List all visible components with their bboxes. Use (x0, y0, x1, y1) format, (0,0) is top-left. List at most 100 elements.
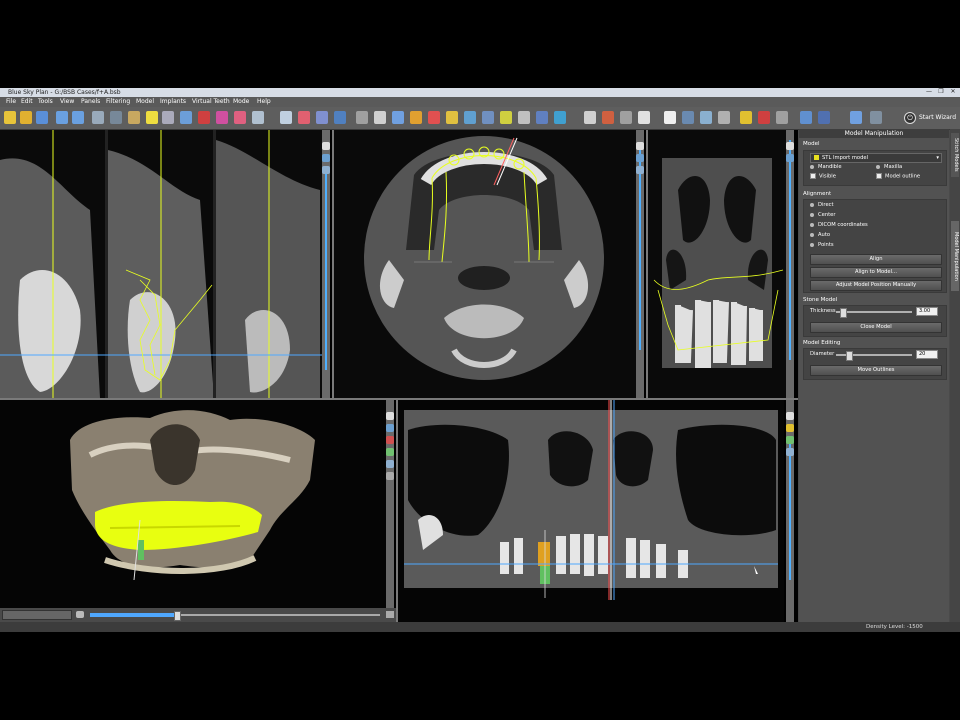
view-icon[interactable] (636, 142, 644, 150)
3d-view[interactable] (0, 400, 386, 608)
close-button[interactable]: ✕ (948, 88, 958, 96)
panoramic-scrollbar[interactable] (786, 400, 794, 622)
bars-icon[interactable] (316, 111, 328, 124)
paint-icon[interactable] (298, 111, 310, 124)
coronal-scrollbar[interactable] (786, 130, 794, 398)
box-icon[interactable] (374, 111, 386, 124)
tab-model-manipulation[interactable]: Model Manipulation (951, 221, 959, 291)
thickness-input[interactable]: 3.00 (916, 307, 938, 316)
grid-icon[interactable] (110, 111, 122, 124)
alignment-direct-radio[interactable]: Direct (810, 202, 834, 209)
cut-icon[interactable] (252, 111, 264, 124)
settings-icon[interactable] (322, 166, 330, 174)
arrows-icon[interactable] (180, 111, 192, 124)
view-icon[interactable] (786, 142, 794, 150)
menu-tools[interactable]: Tools (38, 97, 53, 107)
mandible-radio[interactable]: Mandible (810, 164, 842, 171)
cross-section-view[interactable] (0, 130, 322, 398)
menu-mode[interactable]: Mode (233, 97, 249, 107)
frame-icon[interactable] (638, 111, 650, 124)
model-outline-checkbox[interactable]: Model outline (876, 173, 920, 181)
slider-knob[interactable] (174, 611, 181, 621)
3d-slider[interactable] (90, 611, 380, 621)
menu-virtual-teeth[interactable]: Virtual Teeth (192, 97, 230, 107)
expand-icon[interactable] (386, 611, 394, 618)
view-preset-dropdown[interactable] (2, 610, 72, 620)
guide-icon[interactable] (464, 111, 476, 124)
thickness-slider[interactable] (836, 308, 912, 318)
align-to-model-button[interactable]: Align to Model... (810, 267, 942, 278)
pin-icon[interactable] (500, 111, 512, 124)
layer-icon[interactable] (636, 154, 644, 162)
ruler-icon[interactable] (128, 111, 140, 124)
minimize-button[interactable]: — (924, 88, 934, 96)
visible-checkbox[interactable]: Visible (810, 173, 836, 181)
maximize-button[interactable]: ❐ (936, 88, 946, 96)
view-icon[interactable] (322, 142, 330, 150)
marker-icon[interactable] (428, 111, 440, 124)
screen-icon[interactable] (870, 111, 882, 124)
tab-stitch-models[interactable]: Stitch Models (951, 133, 959, 177)
contrast-icon[interactable] (664, 111, 676, 124)
alignment-dicom-radio[interactable]: DICOM coordinates (810, 222, 868, 229)
layers-icon[interactable] (334, 111, 346, 124)
move-outlines-button[interactable]: Move Outlines (810, 365, 942, 376)
model-dropdown[interactable]: STL Import model ▾ (810, 153, 942, 163)
implant-icon[interactable] (786, 436, 794, 444)
align-button[interactable]: Align (810, 254, 942, 265)
diameter-input[interactable]: 20 (916, 350, 938, 359)
pattern-icon[interactable] (536, 111, 548, 124)
pencil-icon[interactable] (280, 111, 292, 124)
axial-view[interactable] (334, 130, 636, 398)
alignment-center-radio[interactable]: Center (810, 212, 835, 219)
camera-icon[interactable] (386, 472, 394, 480)
settings-icon[interactable] (636, 166, 644, 174)
gear-icon[interactable] (682, 111, 694, 124)
view-icon[interactable] (386, 412, 394, 420)
nerve-icon[interactable] (216, 111, 228, 124)
reset-icon[interactable] (76, 611, 84, 618)
crown-icon[interactable] (482, 111, 494, 124)
coronal-view[interactable] (648, 130, 786, 398)
sleeve-icon[interactable] (446, 111, 458, 124)
menu-view[interactable]: View (60, 97, 74, 107)
close-model-button[interactable]: Close Model (810, 322, 942, 333)
menu-file[interactable]: File (6, 97, 16, 107)
menu-implants[interactable]: Implants (160, 97, 186, 107)
menu-filtering[interactable]: Filtering (106, 97, 130, 107)
slider-knob[interactable] (846, 351, 853, 361)
menu-help[interactable]: Help (257, 97, 271, 107)
start-wizard-button[interactable]: ⏻ Start Wizard (903, 112, 956, 124)
marker-icon[interactable] (386, 436, 394, 444)
angle-icon[interactable] (818, 111, 830, 124)
layer-icon[interactable] (322, 154, 330, 162)
wave-icon[interactable] (554, 111, 566, 124)
slope-icon[interactable] (800, 111, 812, 124)
drill-icon[interactable] (518, 111, 530, 124)
rotate-icon[interactable] (850, 111, 862, 124)
save-icon[interactable] (36, 111, 48, 124)
implant-icon[interactable] (392, 111, 404, 124)
menu-panels[interactable]: Panels (81, 97, 100, 107)
settings-icon[interactable] (386, 460, 394, 468)
s-icon[interactable] (620, 111, 632, 124)
question-icon[interactable] (758, 111, 770, 124)
slider-knob[interactable] (840, 308, 847, 318)
open-folder-icon[interactable] (20, 111, 32, 124)
alignment-points-radio[interactable]: Points (810, 242, 834, 249)
undo-icon[interactable] (56, 111, 68, 124)
tooth-icon[interactable] (786, 424, 794, 432)
adjust-model-position-button[interactable]: Adjust Model Position Manually (810, 280, 942, 291)
implant-icon[interactable] (386, 448, 394, 456)
diameter-slider[interactable] (836, 351, 912, 361)
menu-model[interactable]: Model (136, 97, 154, 107)
new-folder-icon[interactable] (4, 111, 16, 124)
layer-icon[interactable] (786, 154, 794, 162)
zoom-icon[interactable] (162, 111, 174, 124)
maxilla-radio[interactable]: Maxilla (876, 164, 902, 171)
view-icon[interactable] (786, 412, 794, 420)
tooth-icon[interactable] (234, 111, 246, 124)
menu-edit[interactable]: Edit (21, 97, 33, 107)
move-icon[interactable] (718, 111, 730, 124)
sphere-icon[interactable] (584, 111, 596, 124)
